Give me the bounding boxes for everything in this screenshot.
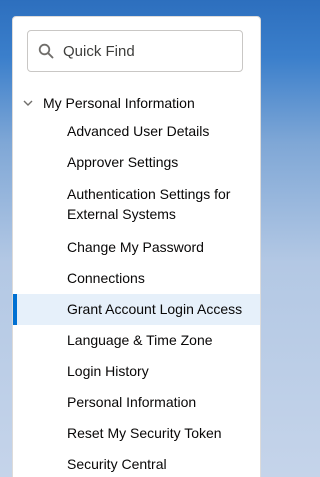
nav-item-personal-information[interactable]: Personal Information: [13, 387, 260, 418]
chevron-down-icon[interactable]: [22, 97, 34, 109]
nav-item-label: Change My Password: [67, 239, 204, 255]
nav-item-language-time-zone[interactable]: Language & Time Zone: [13, 325, 260, 356]
nav-item-label: Security Central: [67, 456, 167, 472]
nav-item-authentication-settings[interactable]: Authentication Settings for External Sys…: [13, 178, 260, 232]
quick-find-box[interactable]: [27, 30, 243, 72]
nav-item-connections[interactable]: Connections: [13, 263, 260, 294]
nav-item-reset-my-security-token[interactable]: Reset My Security Token: [13, 418, 260, 449]
nav-item-approver-settings[interactable]: Approver Settings: [13, 147, 260, 178]
nav-item-label: Reset My Security Token: [67, 425, 222, 441]
nav-item-label: Advanced User Details: [67, 123, 210, 139]
search-icon: [38, 43, 54, 59]
nav-item-login-history[interactable]: Login History: [13, 356, 260, 387]
nav-item-label: Grant Account Login Access: [67, 301, 243, 317]
section-my-personal-information[interactable]: My Personal Information: [13, 92, 260, 114]
nav-item-grant-account-login-access[interactable]: Grant Account Login Access: [13, 294, 260, 325]
nav-item-label: Login History: [67, 363, 149, 379]
section-label: My Personal Information: [43, 95, 195, 111]
quick-find-input[interactable]: [63, 42, 223, 60]
setup-nav-panel: My Personal Information Advanced User De…: [12, 16, 261, 477]
nav-item-label: Authentication Settings for External Sys…: [67, 186, 231, 222]
nav-item-label: Connections: [67, 270, 145, 286]
nav-item-label: Approver Settings: [67, 154, 179, 170]
nav-item-change-my-password[interactable]: Change My Password: [13, 232, 260, 263]
nav-item-advanced-user-details[interactable]: Advanced User Details: [13, 116, 260, 147]
nav-item-list: Advanced User Details Approver Settings …: [13, 116, 260, 477]
nav-item-label: Personal Information: [67, 394, 197, 410]
nav-item-label: Language & Time Zone: [67, 332, 213, 348]
nav-item-security-central[interactable]: Security Central: [13, 449, 260, 477]
